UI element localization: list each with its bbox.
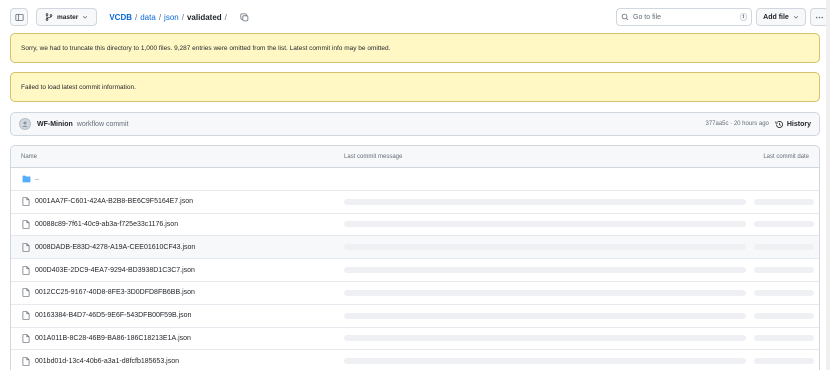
commit-date-placeholder [754,267,814,274]
commit-date-placeholder [754,244,814,251]
file-icon [21,356,31,366]
commit-message-placeholder [344,335,746,342]
table-row[interactable]: 001bd01d-13c4-40b6-a3a1-d8fcfb185653.jso… [11,350,819,370]
breadcrumb-separator: / [181,12,184,22]
file-icon [21,265,31,275]
branch-selector-button[interactable]: master [36,8,98,26]
commit-date-placeholder [754,335,814,342]
truncation-warning-text: Sorry, we had to truncate this directory… [21,44,391,52]
table-header: Name Last commit message Last commit dat… [11,146,819,168]
file-icon [21,288,31,298]
table-row[interactable]: 00088c89-7f61-40c9-ab3a-f725e33c1176.jso… [11,214,819,237]
file-table: Name Last commit message Last commit dat… [10,145,820,370]
commit-date-placeholder [754,198,814,205]
file-name-link[interactable]: 00088c89-7f61-40c9-ab3a-f725e33c1176.jso… [35,221,178,228]
breadcrumb-current: validated [186,12,222,22]
table-row[interactable]: 0008DADB-E83D-4278-A19A-CEE01610CF43.jso… [11,236,819,260]
breadcrumb-json-link[interactable]: json [164,13,179,22]
parent-directory-row[interactable]: .. [11,168,819,191]
commit-message[interactable]: workflow commit [77,121,129,128]
commit-message-placeholder [344,312,746,319]
file-icon [21,242,31,252]
sidebar-collapse-icon [14,13,24,21]
file-name-link[interactable]: 0001AA7F-C601-424A-B2B8-BE6C9F5164E7.jso… [35,198,193,205]
breadcrumb: VCDB / data / json / validated / [109,13,230,22]
avatar[interactable] [19,118,31,130]
history-label: History [786,120,811,128]
file-name-link[interactable]: 0008DADB-E83D-4278-A19A-CEE01610CF43.jso… [35,244,195,251]
go-to-file-shortcut: t [739,13,747,21]
commit-date-placeholder [754,312,814,319]
breadcrumb-separator: / [158,12,162,22]
header-last-commit-message: Last commit message [344,153,403,160]
commit-message-placeholder [344,244,746,251]
table-row[interactable]: 00163384-B4D7-46D5-9E6F-543DFB00F59B.jso… [11,305,819,328]
search-icon [621,13,629,21]
breadcrumb-trailing-separator: / [224,12,227,22]
add-file-label: Add file [763,13,789,21]
file-name-link[interactable]: 0012CC25-9167-40D8-8FE3-3D0DFD8FB6BB.jso… [35,289,195,296]
file-icon [21,219,31,229]
commit-message-placeholder [344,198,746,205]
commit-message-placeholder [344,289,746,296]
commit-meta[interactable]: 377aa5c · 20 hours ago [705,121,768,127]
chevron-down-icon [83,15,88,19]
kebab-horizontal-icon [815,16,823,18]
breadcrumb-repo-link[interactable]: VCDB [109,13,132,22]
table-row[interactable]: 001A011B-8C28-46B9-BA86-186C18213E1A.jso… [11,328,819,351]
file-name-link[interactable]: 00163384-B4D7-46D5-9E6F-543DFB00F59B.jso… [35,312,191,319]
commit-info-warning: Failed to load latest commit information… [10,72,820,102]
commit-message-placeholder [344,358,746,365]
breadcrumb-data-link[interactable]: data [140,13,156,22]
breadcrumb-separator: / [135,12,138,22]
top-toolbar: master VCDB / data / json / validated / … [10,8,828,26]
go-to-file-placeholder: Go to file [633,13,662,21]
header-last-commit-date: Last commit date [763,153,809,160]
go-to-file-input[interactable]: Go to file t [616,8,752,26]
chevron-down-icon [793,15,798,19]
table-row[interactable]: 0012CC25-9167-40D8-8FE3-3D0DFD8FB6BB.jso… [11,282,819,305]
history-icon [775,120,783,128]
sidebar-toggle-button[interactable] [10,8,28,26]
parent-directory-link[interactable]: .. [35,175,39,182]
commit-info-warning-text: Failed to load latest commit information… [21,83,136,91]
user-avatar-icon [22,121,28,127]
add-file-button[interactable]: Add file [756,8,806,26]
history-button[interactable]: History [775,120,811,129]
truncation-warning: Sorry, we had to truncate this directory… [10,33,820,63]
file-icon [21,311,31,321]
commit-date-placeholder [754,358,814,365]
commit-author[interactable]: WF-Minion [37,121,73,128]
copy-path-button[interactable] [238,10,252,24]
latest-commit-bar: WF-Minion workflow commit 377aa5c · 20 h… [10,112,820,136]
copy-icon [240,12,249,21]
commit-message-placeholder [344,221,746,228]
page-scrollbar[interactable] [826,0,830,370]
git-branch-icon [45,13,53,21]
file-name-link[interactable]: 001bd01d-13c4-40b6-a3a1-d8fcfb185653.jso… [35,358,179,365]
folder-icon [21,174,31,184]
header-name: Name [21,153,38,160]
table-row[interactable]: 000D403E-2DC9-4EA7-9294-BD3938D1C3C7.jso… [11,259,819,282]
commit-date-placeholder [754,289,814,296]
file-icon [21,197,31,207]
commit-date-placeholder [754,221,814,228]
file-name-link[interactable]: 001A011B-8C28-46B9-BA86-186C18213E1A.jso… [35,335,191,342]
table-row[interactable]: 0001AA7F-C601-424A-B2B8-BE6C9F5164E7.jso… [11,191,819,214]
file-icon [21,333,31,343]
file-name-link[interactable]: 000D403E-2DC9-4EA7-9294-BD3938D1C3C7.jso… [35,267,195,274]
commit-message-placeholder [344,267,746,274]
branch-name: master [57,13,79,21]
